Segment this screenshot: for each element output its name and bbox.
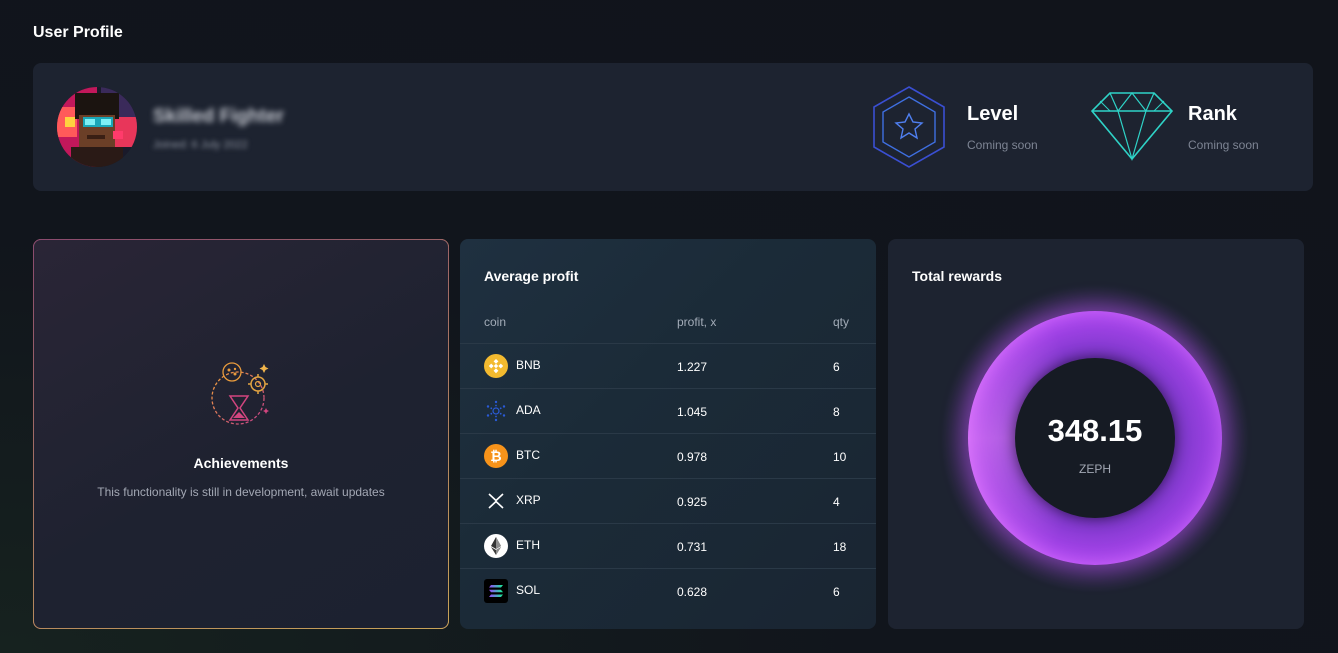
total-rewards-title: Total rewards <box>912 268 1002 284</box>
column-header-profit[interactable]: profit, x <box>677 315 716 329</box>
average-profit-title: Average profit <box>484 268 579 284</box>
coin-profit: 0.731 <box>677 540 708 554</box>
coin-name: XRP <box>516 493 541 507</box>
achievements-hourglass-icon <box>211 362 269 425</box>
achievements-card: Achievements This functionality is still… <box>33 239 449 629</box>
table-row[interactable]: SOL 0.628 6 <box>460 568 876 613</box>
rank-subtitle: Coming soon <box>1188 138 1259 152</box>
coin-name: ADA <box>516 403 541 417</box>
achievements-description: This functionality is still in developme… <box>97 485 385 499</box>
star-hexagon-icon <box>873 86 945 168</box>
xrp-icon <box>488 493 504 509</box>
coin-qty: 10 <box>833 450 847 464</box>
sol-icon <box>484 579 508 603</box>
table-row[interactable]: ADA 1.045 8 <box>460 388 876 433</box>
table-row[interactable]: XRP 0.925 4 <box>460 478 876 523</box>
table-row[interactable]: BNB 1.227 6 <box>460 343 876 388</box>
coin-qty: 18 <box>833 540 847 554</box>
ada-icon <box>486 400 506 422</box>
coin-qty: 8 <box>833 405 840 419</box>
coin-profit: 0.925 <box>677 495 708 509</box>
coin-profit: 1.227 <box>677 360 708 374</box>
eth-icon <box>484 534 508 558</box>
total-rewards-card: Total rewards 348.15 ZEPH <box>888 239 1304 629</box>
svg-text:₿: ₿ <box>490 449 501 465</box>
level-title: Level <box>967 103 1019 125</box>
page-title: User Profile <box>33 24 123 41</box>
rewards-value: 348.15 <box>1047 413 1143 448</box>
coin-name: ETH <box>516 538 540 552</box>
avatar[interactable] <box>57 87 137 167</box>
level-subtitle: Coming soon <box>967 138 1038 152</box>
coin-qty: 6 <box>833 585 840 599</box>
coin-profit: 0.978 <box>677 450 708 464</box>
avatar-image <box>57 87 137 167</box>
rewards-unit: ZEPH <box>1078 462 1111 476</box>
achievements-title: Achievements <box>193 455 289 471</box>
column-header-qty[interactable]: qty <box>833 315 849 329</box>
average-profit-card: Average profit coin profit, x qty BNB 1.… <box>460 239 876 629</box>
rank-title: Rank <box>1188 103 1237 125</box>
coin-name: BTC <box>516 448 540 462</box>
user-name: Skilled Fighter <box>153 106 284 127</box>
user-joined-date: Joined: 6 July 2022 <box>153 139 248 151</box>
coin-name: SOL <box>516 583 541 597</box>
table-row[interactable]: ETH 0.731 18 <box>460 523 876 568</box>
btc-icon: ₿ <box>484 444 508 468</box>
profile-card: Skilled Fighter Joined: 6 July 2022 Leve… <box>33 63 1313 191</box>
bnb-icon <box>484 354 508 378</box>
table-row[interactable]: ₿ BTC 0.978 10 <box>460 433 876 478</box>
coin-name: BNB <box>516 358 541 372</box>
diamond-icon <box>1090 92 1174 162</box>
coin-qty: 4 <box>833 495 840 509</box>
coin-profit: 1.045 <box>677 405 708 419</box>
column-header-coin[interactable]: coin <box>484 315 506 329</box>
coin-qty: 6 <box>833 360 840 374</box>
coin-profit: 0.628 <box>677 585 708 599</box>
